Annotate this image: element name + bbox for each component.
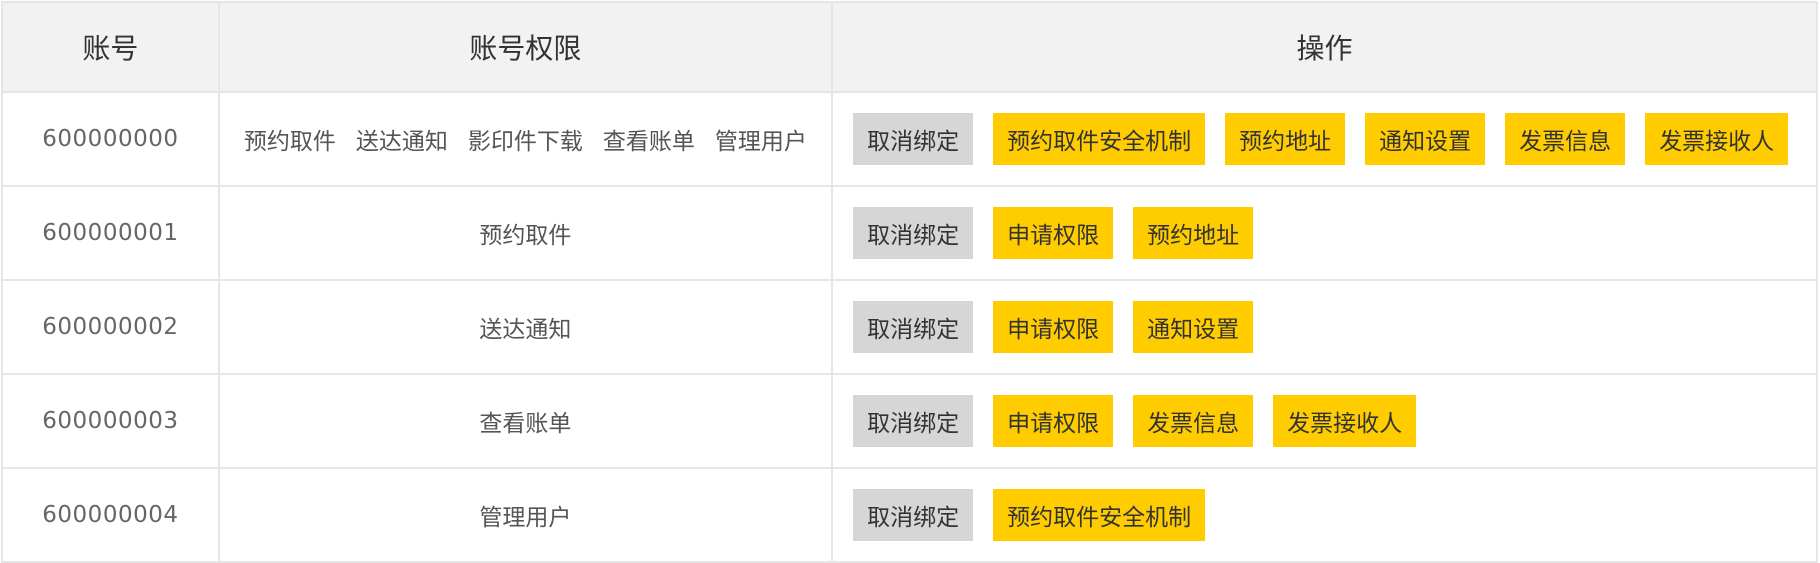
operations-cell: 取消绑定 预约取件安全机制 预约地址 通知设置 发票信息 发票接收人 <box>833 93 1818 185</box>
account-cell: 600000003 <box>3 375 220 467</box>
header-operations: 操作 <box>833 3 1818 91</box>
table-row: 600000002 送达通知 取消绑定 申请权限 通知设置 <box>3 281 1818 375</box>
account-permissions-table: 账号 账号权限 操作 600000000 预约取件 送达通知 影印件下载 查看账… <box>1 1 1818 563</box>
permission-label: 管理用户 <box>479 505 572 531</box>
permission-label: 送达通知 <box>355 129 448 155</box>
account-number: 600000001 <box>42 220 179 246</box>
account-number: 600000004 <box>42 502 179 528</box>
account-number: 600000000 <box>42 126 179 152</box>
header-account: 账号 <box>3 3 220 91</box>
table-row: 600000004 管理用户 取消绑定 预约取件安全机制 <box>3 469 1818 563</box>
table-row: 600000000 预约取件 送达通知 影印件下载 查看账单 管理用户 取消绑定… <box>3 93 1818 187</box>
operations-group: 取消绑定 申请权限 通知设置 <box>853 301 1254 353</box>
unbind-button[interactable]: 取消绑定 <box>853 395 974 447</box>
account-cell: 600000004 <box>3 469 220 561</box>
invoice-info-button[interactable]: 发票信息 <box>1133 395 1254 447</box>
permission-label: 管理用户 <box>714 129 807 155</box>
operations-group: 取消绑定 预约取件安全机制 <box>853 489 1206 541</box>
invoice-recipient-button[interactable]: 发票接收人 <box>1645 113 1789 165</box>
invoice-recipient-button[interactable]: 发票接收人 <box>1273 395 1417 447</box>
pickup-security-button[interactable]: 预约取件安全机制 <box>993 489 1206 541</box>
account-number: 600000003 <box>42 408 179 434</box>
permissions-cell: 预约取件 送达通知 影印件下载 查看账单 管理用户 <box>220 93 834 185</box>
unbind-button[interactable]: 取消绑定 <box>853 301 974 353</box>
account-cell: 600000002 <box>3 281 220 373</box>
unbind-button[interactable]: 取消绑定 <box>853 489 974 541</box>
permission-label: 送达通知 <box>479 317 572 343</box>
request-permission-button[interactable]: 申请权限 <box>993 395 1114 447</box>
account-cell: 600000000 <box>3 93 220 185</box>
permission-label: 预约取件 <box>479 223 572 249</box>
operations-group: 取消绑定 申请权限 发票信息 发票接收人 <box>853 395 1417 447</box>
operations-cell: 取消绑定 申请权限 发票信息 发票接收人 <box>833 375 1818 467</box>
operations-group: 取消绑定 预约取件安全机制 预约地址 通知设置 发票信息 发票接收人 <box>853 113 1789 165</box>
operations-cell: 取消绑定 申请权限 通知设置 <box>833 281 1818 373</box>
header-permissions: 账号权限 <box>220 3 834 91</box>
pickup-address-button[interactable]: 预约地址 <box>1133 207 1254 259</box>
account-cell: 600000001 <box>3 187 220 279</box>
account-number: 600000002 <box>42 314 179 340</box>
table-header-row: 账号 账号权限 操作 <box>3 3 1818 93</box>
notification-settings-button[interactable]: 通知设置 <box>1365 113 1486 165</box>
table-row: 600000003 查看账单 取消绑定 申请权限 发票信息 发票接收人 <box>3 375 1818 469</box>
request-permission-button[interactable]: 申请权限 <box>993 301 1114 353</box>
permissions-cell: 查看账单 <box>220 375 834 467</box>
permissions-cell: 管理用户 <box>220 469 834 561</box>
notification-settings-button[interactable]: 通知设置 <box>1133 301 1254 353</box>
operations-cell: 取消绑定 预约取件安全机制 <box>833 469 1818 561</box>
operations-group: 取消绑定 申请权限 预约地址 <box>853 207 1254 259</box>
invoice-info-button[interactable]: 发票信息 <box>1505 113 1626 165</box>
unbind-button[interactable]: 取消绑定 <box>853 207 974 259</box>
permission-label: 预约取件 <box>243 129 336 155</box>
permission-label: 影印件下载 <box>467 129 583 155</box>
request-permission-button[interactable]: 申请权限 <box>993 207 1114 259</box>
permissions-cell: 预约取件 <box>220 187 834 279</box>
permission-label: 查看账单 <box>602 129 695 155</box>
table-row: 600000001 预约取件 取消绑定 申请权限 预约地址 <box>3 187 1818 281</box>
permissions-cell: 送达通知 <box>220 281 834 373</box>
pickup-security-button[interactable]: 预约取件安全机制 <box>993 113 1206 165</box>
operations-cell: 取消绑定 申请权限 预约地址 <box>833 187 1818 279</box>
unbind-button[interactable]: 取消绑定 <box>853 113 974 165</box>
pickup-address-button[interactable]: 预约地址 <box>1225 113 1346 165</box>
permission-list: 预约取件 送达通知 影印件下载 查看账单 管理用户 <box>244 122 807 156</box>
permission-label: 查看账单 <box>479 411 572 437</box>
